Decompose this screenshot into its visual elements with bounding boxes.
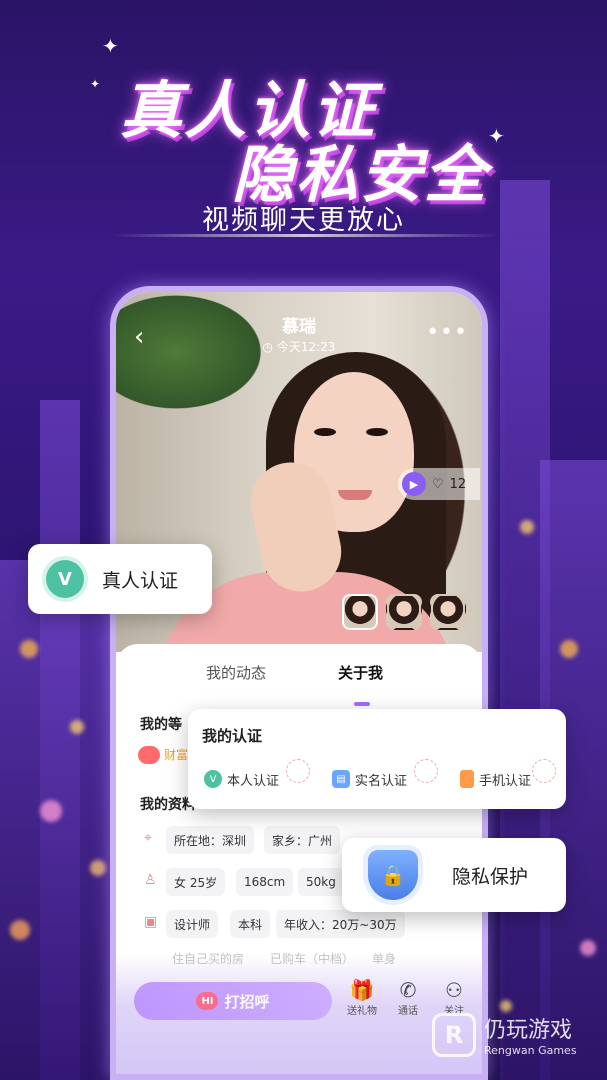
shield-lock-icon: 🔒 xyxy=(368,850,418,900)
info-chip: 所在地：深圳 xyxy=(166,826,255,854)
stamp-icon xyxy=(414,759,438,783)
bokeh-light xyxy=(70,720,84,734)
cert-item-label: 实名认证 xyxy=(355,773,408,789)
photo-thumbnails xyxy=(342,594,466,630)
person-icon: ♙ xyxy=(144,872,157,888)
call-button[interactable]: ✆ 通话 xyxy=(388,978,428,1017)
watermark-cn: 仍玩游戏 xyxy=(484,1018,573,1043)
profile-time: 今天12:23 xyxy=(276,340,336,354)
photo-thumbnail[interactable] xyxy=(430,594,466,630)
top-nav: ‹ 慕瑞 ◷ 今天12:23 ••• xyxy=(116,292,482,362)
bokeh-light xyxy=(20,640,38,658)
verified-label: 真人认证 xyxy=(102,569,179,592)
gift-icon: 🎁 xyxy=(349,978,375,1002)
cert-item-label: 手机认证 xyxy=(479,773,532,789)
mobile-phone-icon xyxy=(460,770,474,788)
level-title: 我的等 xyxy=(140,717,182,733)
stamp-icon xyxy=(532,759,556,783)
photo-eye xyxy=(314,428,336,436)
play-icon[interactable]: ▶ xyxy=(402,472,426,496)
tab-indicator xyxy=(354,702,370,706)
cert-item-personal[interactable]: V 本人认证 xyxy=(204,765,279,793)
subline-underline xyxy=(110,234,500,237)
level-badge-text: 财富 xyxy=(164,748,189,762)
watermark-logo-icon: R xyxy=(432,1012,476,1057)
sparkle-icon: ✦ xyxy=(102,34,119,58)
photo-thumbnail[interactable] xyxy=(386,594,422,630)
verified-v-icon: V xyxy=(204,770,222,788)
id-card-icon: ▤ xyxy=(332,770,350,788)
bokeh-light xyxy=(520,520,534,534)
sparkle-icon: ✦ xyxy=(488,124,505,148)
info-chip: 168cm xyxy=(236,868,294,896)
like-pill[interactable]: ▶ ♡ 12 xyxy=(398,468,480,500)
bokeh-light xyxy=(90,860,106,876)
verified-card: V 真人认证 xyxy=(28,544,212,614)
heart-icon: ♡ xyxy=(432,476,444,492)
more-icon[interactable]: ••• xyxy=(426,320,468,345)
bokeh-light xyxy=(580,940,596,956)
bokeh-light xyxy=(560,640,578,658)
gift-button[interactable]: 🎁 送礼物 xyxy=(342,978,382,1017)
info-chip: 本科 xyxy=(230,910,271,938)
clock-icon: ◷ xyxy=(262,340,274,354)
verified-v-icon: V xyxy=(46,560,84,598)
like-count: 12 xyxy=(449,476,467,492)
privacy-card: 🔒 隐私保护 xyxy=(342,838,566,912)
cert-item-phone[interactable]: 手机认证 xyxy=(460,765,531,793)
privacy-label: 隐私保护 xyxy=(452,865,529,888)
info-chip: 50kg xyxy=(298,868,344,896)
photo-eye xyxy=(366,428,388,436)
gift-label: 送礼物 xyxy=(347,1006,377,1017)
watermark: R 仍玩游戏 Rengwan Games xyxy=(432,1012,577,1057)
cert-item-realname[interactable]: ▤ 实名认证 xyxy=(332,765,407,793)
tab-moments[interactable]: 我的动态 xyxy=(206,662,266,683)
greet-label: 打招呼 xyxy=(224,992,270,1011)
sparkle-icon: ✦ xyxy=(90,77,101,91)
level-badge-icon xyxy=(138,746,160,764)
photo-lips xyxy=(338,490,372,500)
profile-tabs: 我的动态 关于我 xyxy=(116,662,482,706)
info-chip: 设计师 xyxy=(166,910,219,938)
hi-icon: HI xyxy=(196,992,219,1010)
location-icon: ⌖ xyxy=(144,830,152,846)
career-icon: ▣ xyxy=(144,914,158,930)
greet-button[interactable]: HI 打招呼 xyxy=(134,982,332,1020)
photo-thumbnail[interactable] xyxy=(342,594,378,630)
watermark-text: 仍玩游戏 Rengwan Games xyxy=(484,1012,577,1057)
phone-mockup: ‹ 慕瑞 ◷ 今天12:23 ••• ▶ ♡ 12 我的动态 关于我 我的等 财… xyxy=(110,286,488,1080)
subline: 视频聊天更放心 xyxy=(202,205,405,236)
add-user-icon: ⚇ xyxy=(445,978,463,1002)
call-label: 通话 xyxy=(398,1006,418,1017)
cert-title: 我的认证 xyxy=(202,727,263,745)
stamp-icon xyxy=(286,759,310,783)
certification-card: 我的认证 V 本人认证 ▤ 实名认证 手机认证 xyxy=(188,709,566,809)
tab-about-me[interactable]: 关于我 xyxy=(338,662,383,683)
info-chip: 家乡：广州 xyxy=(264,826,341,854)
bokeh-light xyxy=(500,1000,512,1012)
watermark-en: Rengwan Games xyxy=(484,1044,577,1057)
info-chip: 女 25岁 xyxy=(166,868,226,896)
cert-item-label: 本人认证 xyxy=(227,773,280,789)
bokeh-light xyxy=(10,920,30,940)
phone-icon: ✆ xyxy=(399,978,417,1002)
info-chip: 年收入：20万~30万 xyxy=(276,910,405,938)
bokeh-light xyxy=(40,800,62,822)
